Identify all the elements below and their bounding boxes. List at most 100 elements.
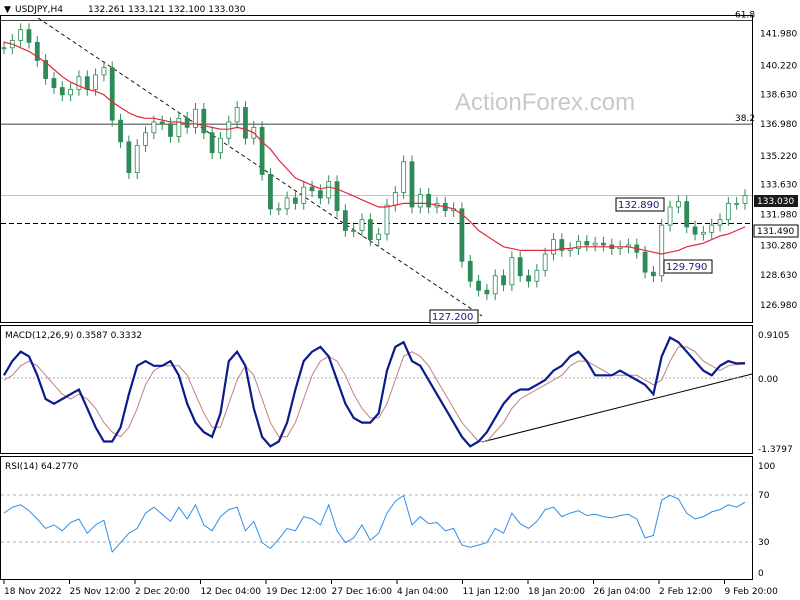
fib-618-label: 61.8	[735, 11, 755, 21]
candle-body	[176, 117, 182, 137]
time-tick-label: 19 Dec 12:00	[266, 587, 327, 597]
svg-text:129.790: 129.790	[666, 262, 707, 273]
svg-text:133.030: 133.030	[757, 197, 794, 207]
candle-body	[401, 161, 407, 193]
time-tick-label: 9 Feb 20:00	[725, 587, 779, 597]
candle-body	[109, 67, 115, 121]
annotation-high: 132.890	[615, 197, 665, 212]
candle-body	[59, 87, 65, 96]
symbol-label: USDJPY,H4	[15, 5, 63, 15]
macd-tick-zero: 0.00	[758, 375, 778, 385]
candle-body	[542, 253, 548, 271]
candle-body	[675, 201, 681, 208]
candle-body	[692, 226, 698, 235]
candle-body	[143, 132, 148, 146]
candle-body	[367, 219, 373, 240]
svg-text:131.490: 131.490	[757, 227, 794, 237]
candle-body	[326, 181, 332, 199]
candle-body	[734, 202, 740, 205]
watermark: ActionForex.com	[455, 89, 635, 116]
time-tick-label: 2 Dec 20:00	[135, 587, 190, 597]
price-tick-label: 130.280	[760, 241, 797, 251]
candle-body	[717, 219, 723, 226]
macd-title: MACD(12,26,9) 0.3587 0.3332	[5, 331, 142, 341]
candle-body	[1, 47, 7, 50]
price-tick-label: 141.980	[760, 30, 797, 40]
candle-body	[151, 121, 157, 134]
price-tick-label: 133.630	[760, 181, 797, 191]
candle-body	[84, 76, 90, 90]
rsi-panel	[0, 456, 753, 580]
rsi-tick-30: 30	[758, 538, 770, 548]
fib-382-label: 38.2	[735, 114, 755, 124]
candle-body	[93, 74, 98, 90]
macd-tick-bottom: -1.3797	[758, 445, 793, 455]
candle-body	[259, 126, 265, 175]
time-tick-label: 12 Dec 04:00	[201, 587, 262, 597]
candle-body	[284, 197, 290, 210]
candle-body	[384, 204, 390, 235]
candle-body	[134, 145, 140, 174]
candle-body	[584, 240, 590, 246]
price-tick-label: 135.220	[760, 152, 797, 162]
usdjpy-chart: ▼ USDJPY,H4 132.261 133.121 132.100 133.…	[0, 5, 799, 597]
candle-body	[209, 132, 215, 154]
candle-body	[417, 193, 423, 208]
price-tick-label: 126.980	[760, 301, 797, 311]
dropdown-arrow-icon[interactable]: ▼	[4, 5, 11, 15]
candle-body	[293, 197, 298, 204]
candle-body	[501, 275, 506, 286]
time-tick-label: 26 Jan 04:00	[594, 587, 651, 597]
price-tick-label: 131.980	[760, 211, 797, 221]
candle-body	[684, 201, 690, 228]
candle-body	[709, 224, 715, 233]
candle-body	[18, 29, 24, 41]
price-tick-label: 140.220	[760, 61, 797, 71]
price-panel	[0, 15, 753, 323]
candle-body	[509, 257, 515, 286]
candle-body	[159, 121, 165, 125]
candle-body	[51, 78, 57, 88]
candle-body	[76, 76, 82, 90]
candle-body	[168, 123, 173, 137]
rsi-tick-100: 100	[758, 462, 775, 472]
annotation-pivot: 129.790	[663, 259, 713, 274]
macd-line	[3, 335, 746, 448]
time-tick-label: 25 Nov 12:00	[70, 587, 131, 597]
candle-body	[226, 121, 232, 139]
current-price-tag: 133.030	[754, 195, 798, 207]
candle-body	[526, 275, 531, 282]
candle-body	[742, 195, 748, 204]
candle-body	[409, 161, 415, 208]
time-tick-label: 2 Feb 12:00	[659, 587, 713, 597]
candle-body	[126, 141, 132, 174]
svg-text:132.890: 132.890	[618, 200, 659, 211]
candle-body	[651, 271, 656, 277]
candle-body	[351, 230, 357, 232]
candle-body	[276, 208, 282, 211]
candle-body	[476, 280, 481, 291]
time-axis: 18 Nov 2022 25 Nov 12:00 2 Dec 20:00 12 Dec…	[3, 580, 779, 597]
moving-average-line	[3, 41, 746, 255]
candle-body	[234, 107, 240, 123]
candle-body	[334, 181, 340, 212]
candle-body	[243, 107, 248, 139]
candle-body	[342, 210, 348, 231]
candle-body	[68, 88, 74, 96]
candle-body	[268, 174, 273, 210]
time-tick-label: 18 Nov 2022	[4, 587, 62, 597]
rsi-tick-0: 0	[758, 569, 764, 579]
svg-text:127.200: 127.200	[432, 312, 473, 323]
candle-body	[201, 108, 207, 134]
candle-body	[184, 117, 190, 128]
candle-body	[659, 224, 665, 277]
time-tick-label: 11 Jan 12:00	[463, 587, 520, 597]
candle-body	[700, 231, 706, 235]
candle-body	[551, 239, 556, 255]
candle-body	[101, 67, 107, 76]
candle-body	[534, 269, 540, 282]
candle-body	[484, 289, 490, 295]
candle-body	[667, 206, 673, 226]
annotation-low: 127.200	[429, 309, 479, 324]
candle-body	[301, 186, 307, 204]
